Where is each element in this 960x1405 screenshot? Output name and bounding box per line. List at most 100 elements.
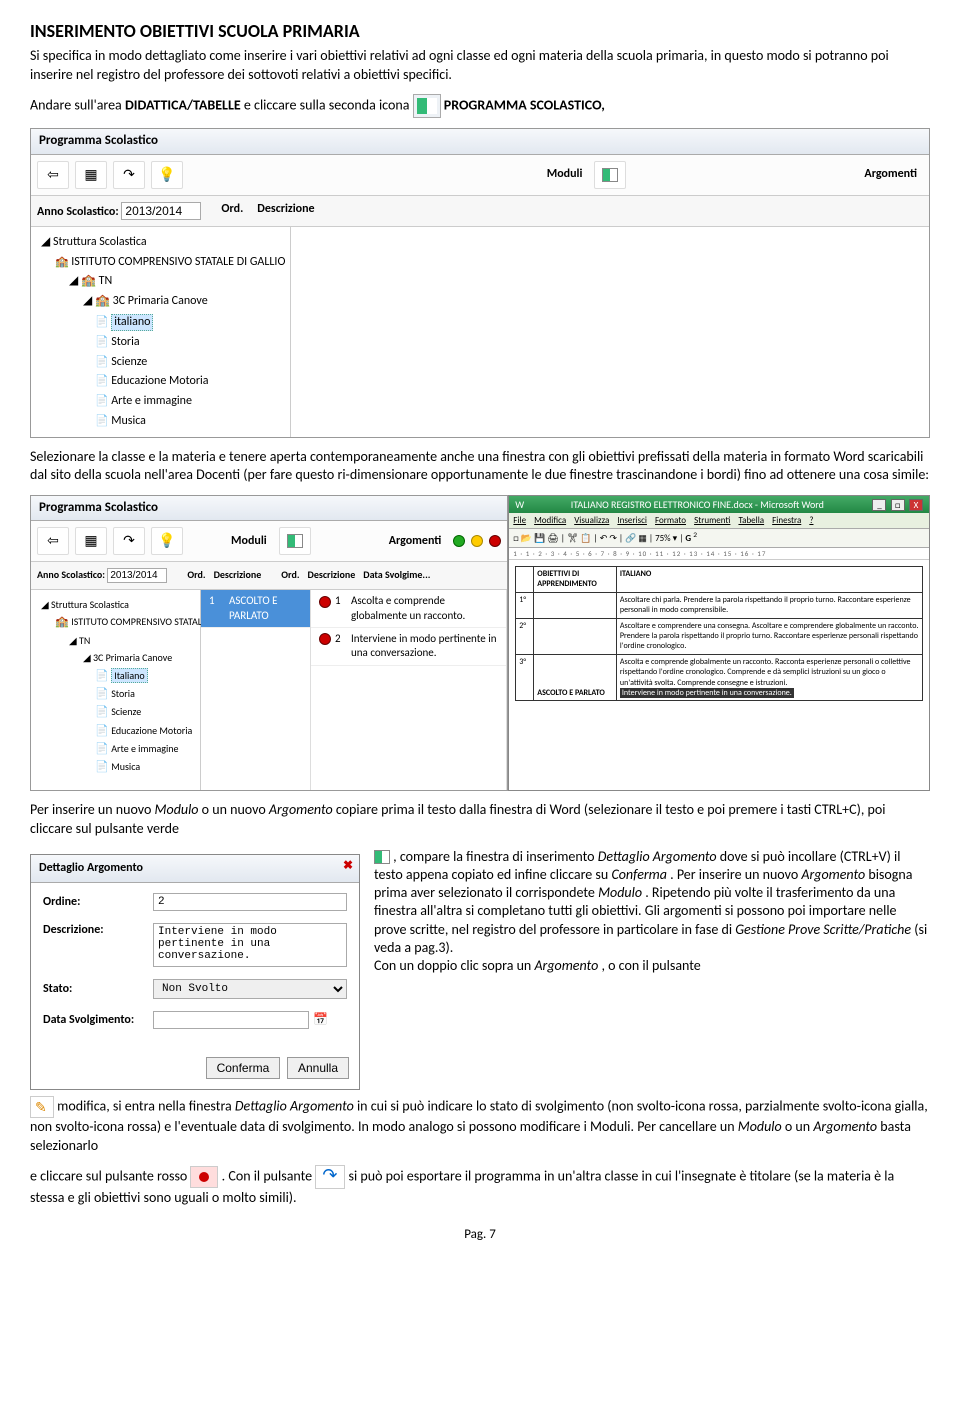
menu-item[interactable]: Inserisci [617,515,647,526]
tree-school[interactable]: ISTITUTO COMPRENSIVO STATALE DI GALLIO [37,613,194,631]
moduli-grid: 1 ASCOLTO E PARLATO [201,590,311,790]
word-window: W ITALIANO REGISTRO ELETTRONICO FINE.doc… [508,495,930,792]
tree-school[interactable]: ISTITUTO COMPRENSIVO STATALE DI GALLIO [37,253,284,273]
conferma-button[interactable]: Conferma [206,1057,281,1079]
descrizione-label: Descrizione: [43,923,153,939]
menu-item[interactable]: Visualizza [574,515,609,526]
word-menu: File Modifica Visualizza Inserisci Forma… [509,513,929,530]
row-num: 2° [516,618,534,654]
em: Argomento [813,1118,877,1135]
paragraph-modify: modifica, si entra nella finestra Dettag… [30,1096,930,1154]
back-icon[interactable]: ⇦ [37,527,69,555]
text: Andare sull'area [30,96,125,113]
programma-scolastico-window-1: Programma Scolastico ⇦ ▦ ↷ 💡 Moduli Argo… [30,128,930,438]
anno-input[interactable] [107,568,167,583]
ord: 2 [327,628,343,665]
stato-select[interactable]: Non Svolto [153,979,347,999]
tree-item[interactable]: Arte e immagine [37,740,194,758]
menu-item[interactable]: Finestra [772,515,801,526]
moduli-icon[interactable] [594,161,626,189]
instruction-paragraph: Andare sull'area DIDATTICA/TABELLE e cli… [30,94,930,118]
modulo-row[interactable]: 1 ASCOLTO E PARLATO [201,590,310,628]
argomento-row[interactable]: 2 Interviene in modo pertinente in una c… [311,628,506,666]
add-icon[interactable] [453,535,465,547]
data-input[interactable] [153,1011,309,1029]
label: Italiano [111,668,147,683]
close-icon[interactable]: X [909,499,923,511]
em: Modulo [155,801,199,818]
moduli-header: Moduli [225,532,273,552]
tree-item[interactable]: Storia [37,685,194,703]
moduli-icon[interactable] [279,527,311,555]
paragraph-select: Selezionare la classe e la materia e ten… [30,448,930,484]
tree-root[interactable]: ◢ Struttura Scolastica [37,596,194,613]
tree-class[interactable]: ◢ 🏫 3C Primaria Canove [37,292,284,312]
export-icon [315,1165,345,1189]
tree-item[interactable]: Scienze [37,353,284,373]
text: , compare la finestra di inserimento [393,848,598,865]
grid-icon[interactable]: ▦ [75,527,107,555]
menu-item[interactable]: Strumenti [694,515,730,526]
ord-col2: Ord. [281,568,299,583]
annulla-button[interactable]: Annulla [287,1057,349,1079]
zoom-value[interactable]: 75% [655,533,671,544]
minimize-icon[interactable]: _ [872,499,886,511]
text: o un [785,1118,813,1135]
paragraph-delete: e cliccare sul pulsante rosso . Con il p… [30,1165,930,1207]
menu-item[interactable]: Formato [655,515,686,526]
data-label: Data Svolgimento: [43,1013,153,1029]
ordine-input[interactable] [153,893,347,911]
label: ISTITUTO COMPRENSIVO STATALE DI GALLIO [71,255,285,269]
tree-item[interactable]: Scienze [37,703,194,721]
menu-item[interactable]: ? [809,515,813,526]
em: Argomento [269,801,333,818]
ord-col: Ord. [187,568,205,583]
tree-item[interactable]: Musica [37,412,284,432]
close-icon[interactable]: ✖ [343,859,353,875]
label: Scienze [111,705,141,718]
menu-item[interactable]: Modifica [534,515,566,526]
tree-root[interactable]: ◢ Struttura Scolastica [37,233,284,253]
label: Dettaglio Argomento [39,861,143,875]
bulb-icon[interactable]: 💡 [151,161,183,189]
export-icon[interactable]: ↷ [113,527,145,555]
tree-class[interactable]: ◢ 3C Primaria Canove [37,649,194,666]
export-icon[interactable]: ↷ [113,161,145,189]
window-title: Programma Scolastico [31,129,929,155]
tree-tn[interactable]: ◢ TN [37,632,194,649]
page-title: INSERIMENTO OBIETTIVI SCUOLA PRIMARIA [30,20,930,43]
grid-icon[interactable]: ▦ [75,161,107,189]
ord-col: Ord. [221,202,243,221]
tree-item[interactable]: Arte e immagine [37,392,284,412]
tree-item[interactable]: Musica [37,758,194,776]
edit-icon[interactable] [471,535,483,547]
tree-item[interactable]: Educazione Motoria [37,372,284,392]
menu-item[interactable]: File [513,515,526,526]
argomento-row[interactable]: 1 Ascolta e comprende globalmente un rac… [311,590,506,628]
tree-item[interactable]: Storia [37,333,284,353]
edit-icon [30,1096,54,1118]
anno-label: Anno Scolastico: [37,568,105,581]
tree-tn[interactable]: ◢ 🏫 TN [37,272,284,292]
word-page: OBIETTIVI DI APPRENDIMENTO ITALIANO 1° A… [509,560,929,707]
tree-item[interactable]: Italiano [37,666,194,685]
em: Dettaglio Argomento [598,848,717,865]
icon-label: PROGRAMMA SCOLASTICO, [444,96,605,113]
label: Storia [111,335,139,349]
maximize-icon[interactable]: □ [891,499,905,511]
menu-item[interactable]: Tabella [738,515,764,526]
label: italiano [111,314,153,332]
back-icon[interactable]: ⇦ [37,161,69,189]
anno-input[interactable] [121,202,201,220]
text: Ascolta e comprende globalmente un racco… [620,657,911,688]
bulb-icon[interactable]: 💡 [151,527,183,555]
delete-icon[interactable] [489,535,501,547]
label: Struttura Scolastica [51,598,129,611]
tree-item[interactable]: italiano [37,312,284,334]
text: modifica, si entra nella finestra [57,1098,235,1115]
label: Storia [111,687,135,700]
descrizione-input[interactable]: Interviene in modo pertinente in una con… [153,923,347,967]
calendar-icon[interactable]: 📅 [313,1013,328,1029]
tree-item[interactable]: Educazione Motoria [37,722,194,740]
green-button-icon [374,850,390,864]
